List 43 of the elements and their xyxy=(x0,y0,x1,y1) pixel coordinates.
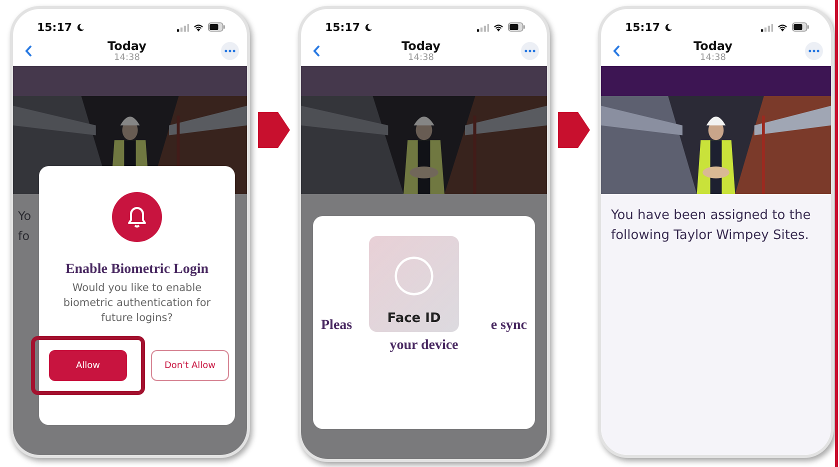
dialog-message: e sync xyxy=(490,317,527,335)
signal-icon xyxy=(477,22,489,32)
chat-title: Today xyxy=(402,39,440,53)
chat-time: 14:38 xyxy=(408,53,434,63)
deny-button[interactable]: Don't Allow xyxy=(151,350,229,381)
moon-icon xyxy=(664,22,674,32)
dialog-message: your device xyxy=(390,337,458,355)
dialog-message: Pleas xyxy=(321,317,352,335)
allow-button[interactable]: Allow xyxy=(49,350,127,381)
body-text: following Taylor Wimpey Sites. xyxy=(611,227,810,245)
step-arrow-icon xyxy=(258,112,290,148)
wifi-icon xyxy=(777,22,788,32)
chat-time: 14:38 xyxy=(700,53,726,63)
battery-icon xyxy=(508,22,525,32)
signal-icon xyxy=(761,22,773,32)
back-icon[interactable] xyxy=(25,45,33,57)
chat-title: Today xyxy=(108,39,146,53)
status-time: 15:17 xyxy=(625,20,660,34)
status-time: 15:17 xyxy=(37,20,72,34)
back-icon[interactable] xyxy=(313,45,321,57)
step-arrow-icon xyxy=(558,112,590,148)
signal-icon xyxy=(177,22,189,32)
chat-time: 14:38 xyxy=(114,53,140,63)
bell-icon xyxy=(112,192,162,242)
moon-icon xyxy=(76,22,86,32)
wifi-icon xyxy=(493,22,504,32)
more-icon[interactable] xyxy=(805,42,823,60)
body-text: Yo xyxy=(18,208,32,225)
battery-icon xyxy=(792,22,809,32)
chat-title: Today xyxy=(694,39,732,53)
more-icon[interactable] xyxy=(521,42,539,60)
more-icon[interactable] xyxy=(221,42,239,60)
dialog-message: Would you like to enable biometric authentication for future logins? xyxy=(62,281,212,326)
body-text: fo xyxy=(18,228,31,245)
wifi-icon xyxy=(193,22,204,32)
dialog-title: Enable Biometric Login xyxy=(65,262,209,278)
face-scan-icon xyxy=(394,256,434,296)
moon-icon xyxy=(364,22,374,32)
status-time: 15:17 xyxy=(325,20,360,34)
back-icon[interactable] xyxy=(613,45,621,57)
face-id-label: Face ID xyxy=(387,311,441,326)
battery-icon xyxy=(208,22,225,32)
body-text: You have been assigned to the xyxy=(611,207,812,225)
